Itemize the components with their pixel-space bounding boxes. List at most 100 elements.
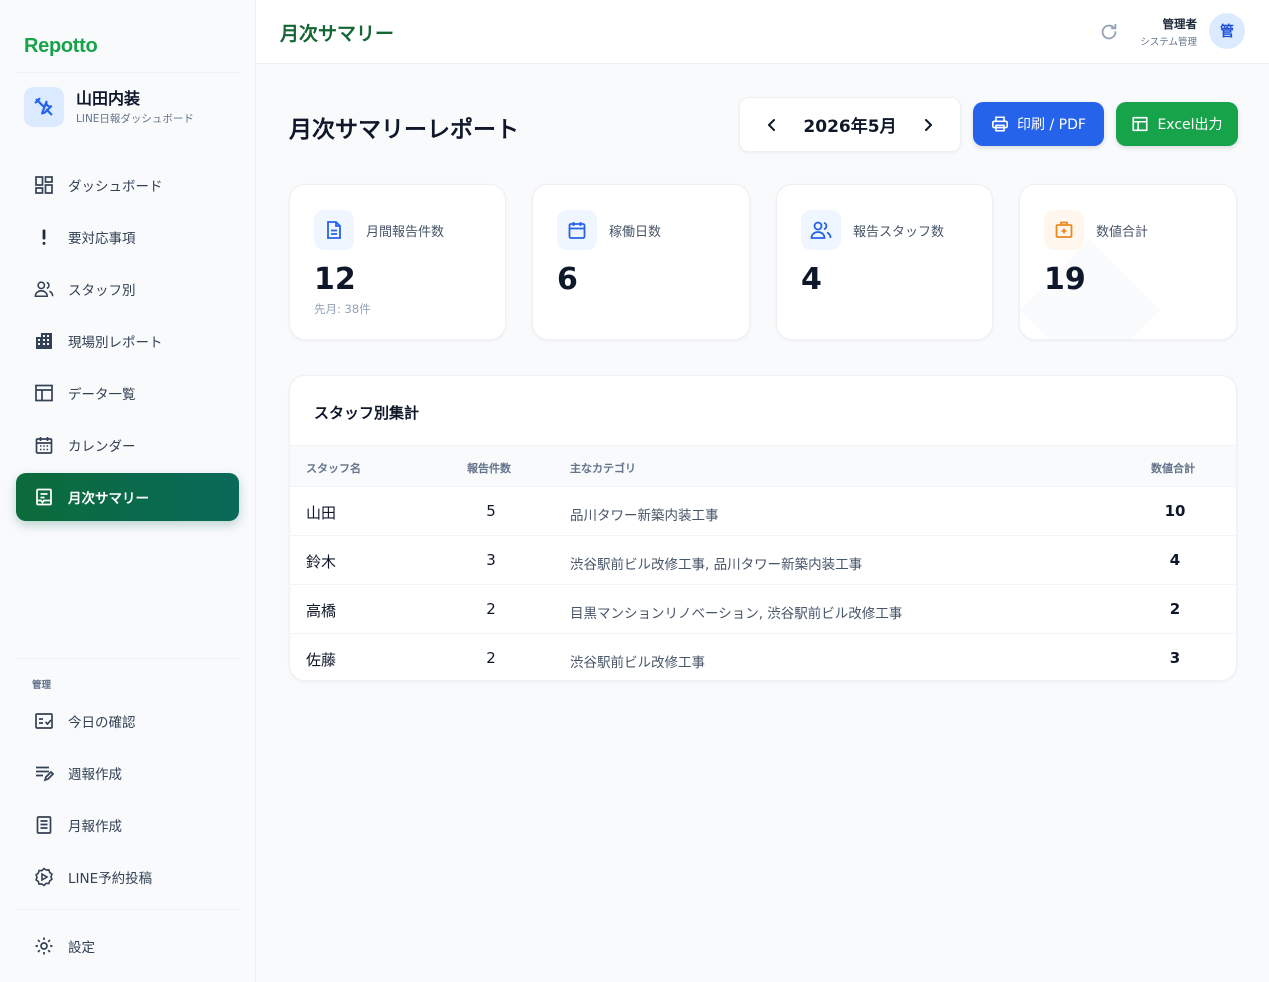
value-total: 10 xyxy=(1164,502,1186,520)
checklist-icon xyxy=(34,711,54,731)
building-icon xyxy=(34,331,54,351)
report-count: 2 xyxy=(486,600,496,618)
org-subtitle: LINE日報ダッシュボード xyxy=(76,112,194,125)
org-header: 山田内装 LINE日報ダッシュボード xyxy=(24,87,194,127)
refresh-icon[interactable] xyxy=(1098,21,1120,43)
calendar-icon xyxy=(34,435,54,455)
sidebar-item-label: 月次サマリー xyxy=(68,491,149,507)
sidebar-item-label: ダッシュボード xyxy=(68,179,163,195)
sidebar-item-site-report[interactable]: 現場別レポート xyxy=(16,317,239,365)
sidebar-item-alerts[interactable]: 要対応事項 xyxy=(16,213,239,261)
sidebar-item-label: 現場別レポート xyxy=(68,335,163,351)
header-title: 月次サマリー xyxy=(280,23,395,45)
medical-box-icon xyxy=(1044,210,1084,250)
sidebar-item-today-check[interactable]: 今日の確認 xyxy=(16,697,239,745)
sidebar-item-calendar[interactable]: カレンダー xyxy=(16,421,239,469)
admin-section-label: 管理 xyxy=(32,680,52,691)
stat-label: 稼働日数 xyxy=(609,225,662,240)
sidebar-item-weekly-report[interactable]: 週報作成 xyxy=(16,749,239,797)
table-row[interactable]: 佐藤 2 渋谷駅前ビル改修工事 3 xyxy=(290,634,1236,680)
stat-label: 数値合計 xyxy=(1096,225,1149,240)
table-icon xyxy=(1132,116,1149,132)
staff-name: 山田 xyxy=(306,504,337,522)
column-header-category[interactable]: 主なカテゴリ xyxy=(570,460,636,476)
org-name: 山田内装 xyxy=(76,88,141,108)
table-row[interactable]: 鈴木 3 渋谷駅前ビル改修工事, 品川タワー新築内装工事 4 xyxy=(290,536,1236,585)
stat-card-reporting-staff: 報告スタッフ数 4 xyxy=(776,184,993,340)
main-category: 目黒マンションリノベーション, 渋谷駅前ビル改修工事 xyxy=(570,606,903,622)
stat-note: 先月: 38件 xyxy=(314,302,371,316)
value-total: 4 xyxy=(1169,551,1181,569)
sidebar: Repotto 山田内装 LINE日報ダッシュボード ダッシュボード 要対応事項… xyxy=(0,0,256,982)
sidebar-item-data-list[interactable]: データ一覧 xyxy=(16,369,239,417)
page-title: 月次サマリーレポート xyxy=(289,117,519,143)
table-title: スタッフ別集計 xyxy=(314,404,420,422)
sidebar-item-monthly-report[interactable]: 月報作成 xyxy=(16,801,239,849)
print-pdf-button[interactable]: 印刷 / PDF xyxy=(973,102,1104,146)
staff-summary-table: スタッフ別集計 スタッフ名 報告件数 主なカテゴリ 数値合計 山田 5 品川タワ… xyxy=(289,375,1237,681)
users-icon xyxy=(34,279,54,299)
value-total: 3 xyxy=(1169,649,1181,667)
main-category: 品川タワー新築内装工事 xyxy=(570,508,719,524)
calendar-icon xyxy=(557,210,597,250)
staff-name: 鈴木 xyxy=(306,553,337,571)
user-role: システム管理 xyxy=(1140,37,1197,48)
column-header-count[interactable]: 報告件数 xyxy=(467,460,511,476)
table-header: スタッフ名 報告件数 主なカテゴリ 数値合計 xyxy=(290,445,1236,487)
gear-icon xyxy=(34,936,54,956)
chevron-left-icon xyxy=(768,118,775,131)
document-icon xyxy=(314,210,354,250)
sidebar-item-settings[interactable]: 設定 xyxy=(16,922,239,970)
stat-card-working-days: 稼働日数 6 xyxy=(532,184,750,340)
sidebar-item-monthly-summary[interactable]: 月次サマリー xyxy=(16,473,239,521)
decorative-shape xyxy=(1020,239,1161,339)
staff-name: 高橋 xyxy=(306,602,337,620)
print-pdf-label: 印刷 / PDF xyxy=(1017,117,1086,133)
sidebar-item-label: データ一覧 xyxy=(68,387,136,403)
report-count: 3 xyxy=(486,551,496,569)
brand-logo[interactable]: Repotto xyxy=(24,35,98,58)
sidebar-divider xyxy=(16,72,240,73)
edit-list-icon xyxy=(34,763,54,783)
report-count: 5 xyxy=(486,502,496,520)
stat-value: 19 xyxy=(1044,262,1086,297)
sidebar-item-label: スタッフ別 xyxy=(68,283,136,299)
scheduled-post-icon xyxy=(34,867,54,887)
value-total: 2 xyxy=(1169,600,1181,618)
main-category: 渋谷駅前ビル改修工事, 品川タワー新築内装工事 xyxy=(570,557,863,573)
sidebar-item-label: 今日の確認 xyxy=(68,715,136,731)
sidebar-item-label: カレンダー xyxy=(68,439,136,455)
sidebar-item-line-scheduled-post[interactable]: LINE予約投稿 xyxy=(16,853,239,901)
column-header-staff[interactable]: スタッフ名 xyxy=(306,460,361,476)
report-icon xyxy=(34,487,54,507)
tools-icon xyxy=(24,87,64,127)
stat-card-monthly-reports: 月間報告件数 12 先月: 38件 xyxy=(289,184,506,340)
stat-value: 6 xyxy=(557,262,578,297)
printer-icon xyxy=(992,116,1009,132)
next-month-button[interactable] xyxy=(916,113,940,137)
excel-export-label: Excel出力 xyxy=(1157,117,1223,133)
dashboard-grid-icon xyxy=(34,175,54,195)
sidebar-item-label: LINE予約投稿 xyxy=(68,871,153,887)
exclamation-icon xyxy=(34,227,54,247)
sidebar-divider xyxy=(16,658,240,659)
stat-label: 報告スタッフ数 xyxy=(853,225,945,240)
sidebar-item-label: 要対応事項 xyxy=(68,231,136,247)
sidebar-divider xyxy=(16,909,240,910)
stat-label: 月間報告件数 xyxy=(366,225,445,240)
top-bar: 月次サマリー 管理者 システム管理 管 xyxy=(256,0,1269,64)
sidebar-item-label: 週報作成 xyxy=(68,767,122,783)
table-row[interactable]: 山田 5 品川タワー新築内装工事 10 xyxy=(290,487,1236,536)
excel-export-button[interactable]: Excel出力 xyxy=(1116,102,1238,146)
sidebar-item-staff[interactable]: スタッフ別 xyxy=(16,265,239,313)
sidebar-item-dashboard[interactable]: ダッシュボード xyxy=(16,161,239,209)
avatar[interactable]: 管 xyxy=(1209,13,1245,49)
stat-value: 12 xyxy=(314,262,356,297)
column-header-total[interactable]: 数値合計 xyxy=(1151,460,1195,476)
table-icon xyxy=(34,383,54,403)
table-row[interactable]: 高橋 2 目黒マンションリノベーション, 渋谷駅前ビル改修工事 2 xyxy=(290,585,1236,634)
month-picker: 2026年5月 xyxy=(739,97,961,152)
staff-name: 佐藤 xyxy=(306,651,337,669)
document-icon xyxy=(34,815,54,835)
prev-month-button[interactable] xyxy=(760,113,784,137)
